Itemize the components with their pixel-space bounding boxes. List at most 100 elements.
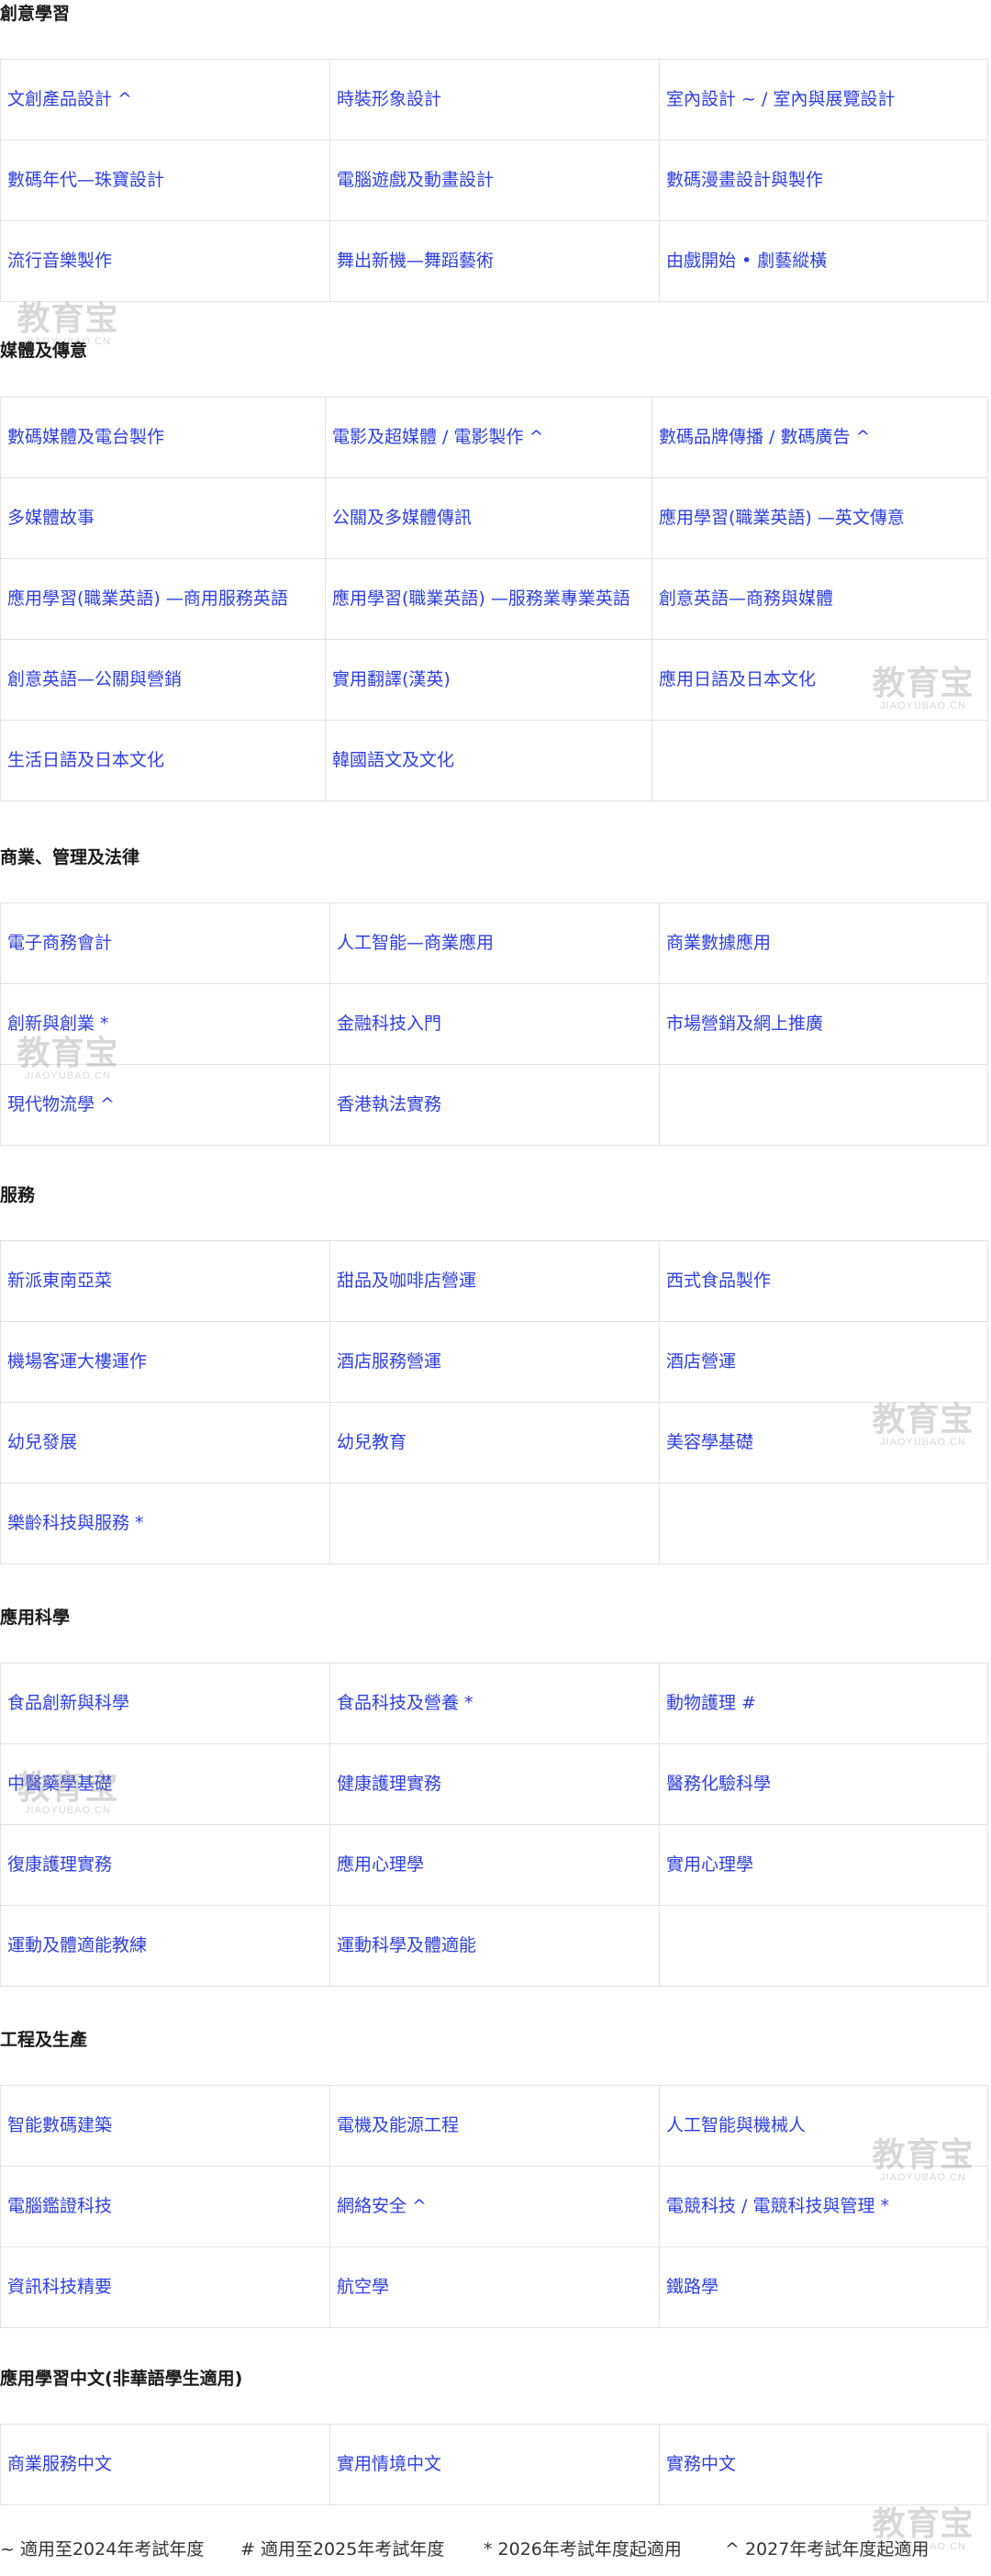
table-row: 文創產品設計 ^ 時裝形象設計 室內設計 ~ / 室內與展覽設計 xyxy=(0,59,988,140)
course-link[interactable]: 運動科學及體適能 xyxy=(337,1935,476,1955)
course-link[interactable]: 食品創新與科學 xyxy=(7,1693,129,1713)
table-cell: 創意英語—公關與營銷 xyxy=(0,639,326,721)
course-link[interactable]: 運動及體適能教練 xyxy=(7,1935,147,1955)
course-link[interactable]: 室內設計 ~ / 室內與展覽設計 xyxy=(666,89,895,109)
course-link[interactable]: 韓國語文及文化 xyxy=(332,750,454,770)
course-link[interactable]: 美容學基礎 xyxy=(666,1432,753,1452)
course-link[interactable]: 航空學 xyxy=(337,2277,389,2297)
course-link[interactable]: 健康護理實務 xyxy=(337,1774,441,1794)
course-link[interactable]: 應用心理學 xyxy=(337,1854,424,1875)
course-link[interactable]: 數碼年代—珠寶設計 xyxy=(7,170,164,190)
table-row: 多媒體故事 公關及多媒體傳訊 應用學習(職業英語) —英文傳意 xyxy=(0,477,988,559)
course-link[interactable]: 金融科技入門 xyxy=(337,1014,441,1034)
course-link[interactable]: 新派東南亞菜 xyxy=(7,1271,112,1291)
table-cell: 時裝形象設計 xyxy=(329,59,660,140)
table-cell: 幼兒發展 xyxy=(0,1402,330,1484)
course-link[interactable]: 電影及超媒體 / 電影製作 ^ xyxy=(332,427,543,447)
table-cell: 韓國語文及文化 xyxy=(325,720,652,801)
course-link[interactable]: 樂齡科技與服務 * xyxy=(7,1513,144,1533)
table-cell: 電子商務會計 xyxy=(0,902,330,984)
course-link[interactable]: 香港執法實務 xyxy=(337,1094,441,1114)
course-link[interactable]: 應用日語及日本文化 xyxy=(659,669,816,689)
table-cell: 動物護理 # xyxy=(659,1663,988,1744)
course-link[interactable]: 復康護理實務 xyxy=(7,1854,112,1875)
course-link[interactable]: 鐵路學 xyxy=(666,2277,718,2297)
table-cell: 機場客運大樓運作 xyxy=(0,1321,330,1403)
section-title-services: 服務 xyxy=(0,1185,36,1205)
course-link[interactable]: 酒店營運 xyxy=(666,1351,736,1372)
course-link[interactable]: 商業數據應用 xyxy=(666,933,771,953)
table-cell: 酒店營運 xyxy=(659,1321,988,1403)
course-link[interactable]: 電競科技 / 電競科技與管理 * xyxy=(666,2196,889,2216)
course-link[interactable]: 人工智能—商業應用 xyxy=(337,933,494,953)
course-link[interactable]: 實用情境中文 xyxy=(337,2454,441,2474)
table-row: 機場客運大樓運作 酒店服務營運 酒店營運 xyxy=(0,1321,988,1403)
course-link[interactable]: 舞出新機—舞蹈藝術 xyxy=(337,251,494,271)
course-link[interactable]: 創意英語—公關與營銷 xyxy=(7,669,182,689)
course-link[interactable]: 生活日語及日本文化 xyxy=(7,750,164,770)
course-link[interactable]: 中醫藥學基礎 xyxy=(7,1774,112,1794)
course-link[interactable]: 數碼漫畫設計與製作 xyxy=(666,170,823,190)
legend-note-hash: # 適用至2025年考試年度 xyxy=(240,2539,445,2559)
table-cell: 金融科技入門 xyxy=(329,983,660,1065)
course-link[interactable]: 電子商務會計 xyxy=(7,933,112,953)
course-link[interactable]: 電機及能源工程 xyxy=(337,2115,459,2135)
table-row: 運動及體適能教練 運動科學及體適能 xyxy=(0,1905,988,1987)
course-link[interactable]: 醫務化驗科學 xyxy=(666,1774,771,1794)
watermark-text: 教育宝 xyxy=(17,299,119,337)
table-row: 流行音樂製作 舞出新機—舞蹈藝術 由戲開始 • 劇藝縱橫 xyxy=(0,220,988,302)
course-link[interactable]: 實務中文 xyxy=(666,2454,736,2474)
course-link[interactable]: 電腦鑑證科技 xyxy=(7,2196,112,2216)
course-link[interactable]: 數碼品牌傳播 / 數碼廣告 ^ xyxy=(659,427,870,447)
course-link[interactable]: 商業服務中文 xyxy=(7,2454,112,2474)
course-link[interactable]: 文創產品設計 ^ xyxy=(7,89,132,109)
section-title-chinese: 應用學習中文(非華語學生適用) xyxy=(0,2369,243,2389)
course-link[interactable]: 應用學習(職業英語) —商用服務英語 xyxy=(7,588,288,609)
course-link[interactable]: 現代物流學 ^ xyxy=(7,1094,115,1114)
course-link[interactable]: 幼兒教育 xyxy=(337,1432,406,1452)
course-link[interactable]: 時裝形象設計 xyxy=(337,89,441,109)
course-link[interactable]: 電腦遊戲及動畫設計 xyxy=(337,170,494,190)
course-link[interactable]: 幼兒發展 xyxy=(7,1432,77,1452)
course-table-applied-science: 食品創新與科學 食品科技及營養 * 動物護理 # 中醫藥學基礎 健康護理實務 醫… xyxy=(0,1663,988,1987)
course-link[interactable]: 多媒體故事 xyxy=(7,508,95,528)
table-cell: 健康護理實務 xyxy=(329,1743,660,1825)
course-link[interactable]: 實用心理學 xyxy=(666,1854,753,1875)
course-link[interactable]: 流行音樂製作 xyxy=(7,251,112,271)
course-link[interactable]: 資訊科技精要 xyxy=(7,2277,112,2297)
course-link[interactable]: 公關及多媒體傳訊 xyxy=(332,508,472,528)
course-link[interactable]: 機場客運大樓運作 xyxy=(7,1351,147,1372)
course-link[interactable]: 食品科技及營養 * xyxy=(337,1693,473,1713)
course-link[interactable]: 實用翻譯(漢英) xyxy=(332,669,451,689)
course-link[interactable]: 創意英語—商務與媒體 xyxy=(659,588,833,609)
course-link[interactable]: 應用學習(職業英語) —服務業專業英語 xyxy=(332,588,630,609)
course-link[interactable]: 應用學習(職業英語) —英文傳意 xyxy=(659,508,905,528)
table-cell: 文創產品設計 ^ xyxy=(0,59,330,140)
course-table-media: 數碼媒體及電台製作 電影及超媒體 / 電影製作 ^ 數碼品牌傳播 / 數碼廣告 … xyxy=(0,397,988,801)
course-link[interactable]: 網絡安全 ^ xyxy=(337,2196,427,2216)
course-link[interactable]: 智能數碼建築 xyxy=(7,2115,112,2135)
table-cell: 舞出新機—舞蹈藝術 xyxy=(329,220,660,302)
course-link[interactable]: 西式食品製作 xyxy=(666,1271,771,1291)
table-cell: 創新與創業 * xyxy=(0,983,330,1065)
table-row: 食品創新與科學 食品科技及營養 * 動物護理 # xyxy=(0,1663,988,1744)
course-link[interactable]: 酒店服務營運 xyxy=(337,1351,441,1372)
course-link[interactable]: 數碼媒體及電台製作 xyxy=(7,427,164,447)
table-cell: 應用學習(職業英語) —服務業專業英語 xyxy=(325,558,652,640)
course-table-creative: 文創產品設計 ^ 時裝形象設計 室內設計 ~ / 室內與展覽設計 數碼年代—珠寶… xyxy=(0,59,988,302)
table-cell: 數碼年代—珠寶設計 xyxy=(0,140,330,221)
table-cell: 公關及多媒體傳訊 xyxy=(325,477,652,559)
table-cell: 生活日語及日本文化 xyxy=(0,720,326,801)
course-link[interactable]: 人工智能與機械人 xyxy=(666,2115,806,2135)
course-link[interactable]: 創新與創業 * xyxy=(7,1014,109,1034)
table-cell: 醫務化驗科學 xyxy=(659,1743,988,1825)
course-link[interactable]: 由戲開始 • 劇藝縱橫 xyxy=(666,251,827,271)
table-row: 現代物流學 ^ 香港執法實務 xyxy=(0,1064,988,1146)
course-link[interactable]: 動物護理 # xyxy=(666,1693,756,1713)
course-link[interactable]: 甜品及咖啡店營運 xyxy=(337,1271,476,1291)
table-cell: 復康護理實務 xyxy=(0,1824,330,1906)
section-title-applied-science: 應用科學 xyxy=(0,1607,71,1628)
legend-note-star: * 2026年考試年度起適用 xyxy=(484,2539,682,2559)
section-title-engineering: 工程及生產 xyxy=(0,2030,88,2050)
course-link[interactable]: 市場營銷及網上推廣 xyxy=(666,1014,823,1034)
